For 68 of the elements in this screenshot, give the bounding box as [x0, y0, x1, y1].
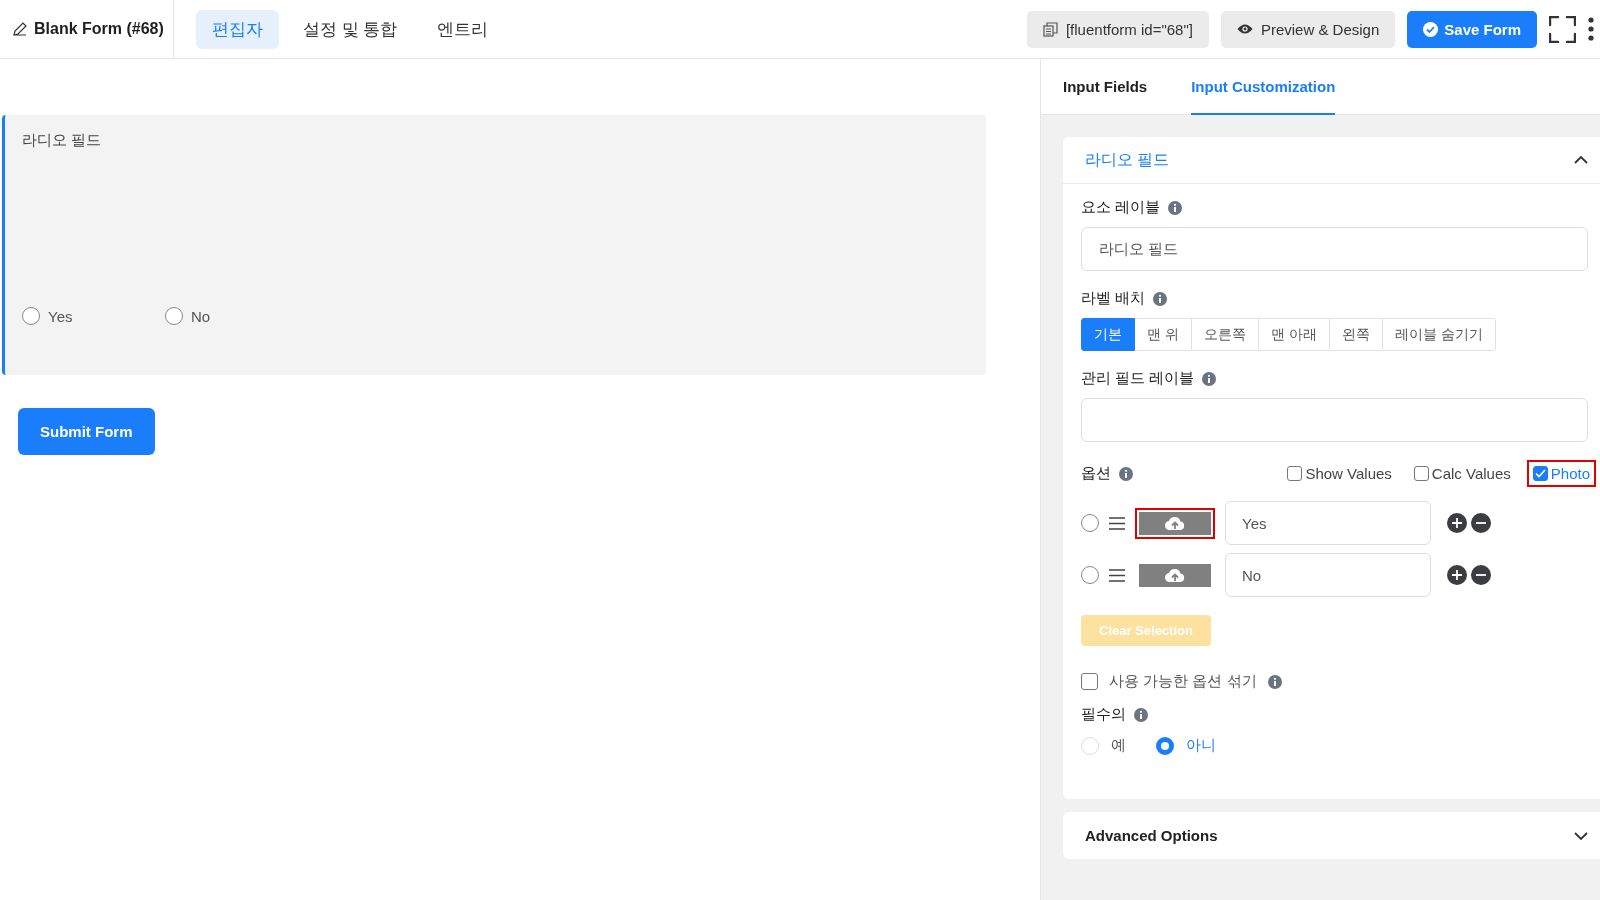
radio-button[interactable]	[22, 307, 40, 325]
radio-label: 아니	[1186, 736, 1216, 755]
submit-button[interactable]: Submit Form	[18, 408, 155, 455]
text-input[interactable]: 라디오 필드	[1081, 227, 1588, 271]
form-field-card[interactable]: 라디오 필드 Yes No	[2, 115, 986, 375]
option-input[interactable]: Yes	[1225, 501, 1431, 545]
upload-button[interactable]	[1135, 507, 1215, 539]
save-button[interactable]: Save Form	[1407, 10, 1537, 48]
preview-button[interactable]: Preview & Design	[1220, 10, 1396, 48]
info-icon	[1168, 200, 1183, 215]
field-label: 라벨 배치	[1081, 289, 1146, 308]
checkbox-label: Show Values	[1305, 465, 1392, 482]
plus-circle-icon[interactable]	[1447, 565, 1467, 585]
fullscreen-icon[interactable]	[1549, 15, 1576, 43]
shortcode-button[interactable]: [fluentform id="68"]	[1026, 10, 1209, 48]
chevron-icon[interactable]	[1574, 155, 1588, 165]
pencil-icon	[12, 21, 28, 37]
panel-tab[interactable]: Input Fields	[1063, 59, 1148, 115]
checkbox-label: Photo	[1550, 465, 1590, 482]
minus-circle-icon[interactable]	[1471, 565, 1491, 585]
checkbox-label: 사용 가능한 옵션 섞기	[1109, 672, 1257, 691]
field-label: 필수의	[1081, 705, 1126, 724]
section-title[interactable]: 라디오 필드	[1085, 149, 1170, 171]
field-label: 라디오 필드	[22, 131, 103, 150]
nav-tab[interactable]: 설정 및 통합	[287, 9, 414, 49]
cloud-upload-icon	[1165, 516, 1185, 530]
placement-option[interactable]: 맨 위	[1135, 318, 1192, 351]
form-title: Blank Form (#68)	[34, 20, 164, 38]
minus-circle-icon[interactable]	[1471, 513, 1491, 533]
drag-handle-icon[interactable]	[1109, 516, 1125, 530]
placement-option[interactable]: 기본	[1081, 318, 1135, 351]
drag-handle-icon[interactable]	[1109, 568, 1125, 582]
checkbox[interactable]	[1413, 466, 1429, 481]
field-label: 요소 레이블	[1081, 198, 1161, 217]
info-icon	[1153, 291, 1168, 306]
radio-button[interactable]	[1081, 514, 1099, 532]
option-label: No	[191, 307, 211, 325]
placement-option[interactable]: 레이블 숨기기	[1382, 318, 1496, 351]
radio-label: 예	[1111, 736, 1126, 755]
cloud-upload-icon	[1165, 568, 1185, 582]
section-title[interactable]: Advanced Options	[1085, 827, 1218, 844]
nav-tab[interactable]: 엔트리	[421, 9, 505, 49]
info-icon	[1119, 466, 1133, 481]
option-input[interactable]: No	[1225, 553, 1431, 597]
field-label: 옵션	[1081, 464, 1111, 483]
radio-button[interactable]	[1156, 736, 1174, 755]
info-icon	[1267, 674, 1282, 689]
panel-tab[interactable]: Input Customization	[1191, 59, 1336, 115]
placement-option[interactable]: 왼쪽	[1329, 318, 1383, 351]
copy-icon	[1042, 21, 1058, 37]
field-label: 관리 필드 레이블	[1081, 369, 1195, 388]
more-icon[interactable]	[1588, 17, 1594, 41]
chevron-icon[interactable]	[1574, 830, 1588, 841]
placement-option[interactable]: 맨 아래	[1258, 318, 1330, 351]
checkbox[interactable]	[1287, 466, 1303, 481]
text-input[interactable]	[1081, 398, 1588, 442]
option-label: Yes	[48, 307, 73, 325]
plus-circle-icon[interactable]	[1447, 513, 1467, 533]
checkbox[interactable]	[1081, 673, 1098, 690]
radio-button[interactable]	[1081, 566, 1099, 584]
info-icon	[1202, 371, 1217, 386]
placement-option[interactable]: 오른쪽	[1191, 318, 1259, 351]
eye-icon	[1236, 23, 1253, 35]
check-circle-icon	[1423, 21, 1439, 37]
radio-button[interactable]	[165, 307, 183, 325]
checkbox[interactable]	[1532, 466, 1548, 481]
info-icon	[1134, 707, 1148, 722]
checkbox-label: Calc Values	[1431, 465, 1511, 482]
